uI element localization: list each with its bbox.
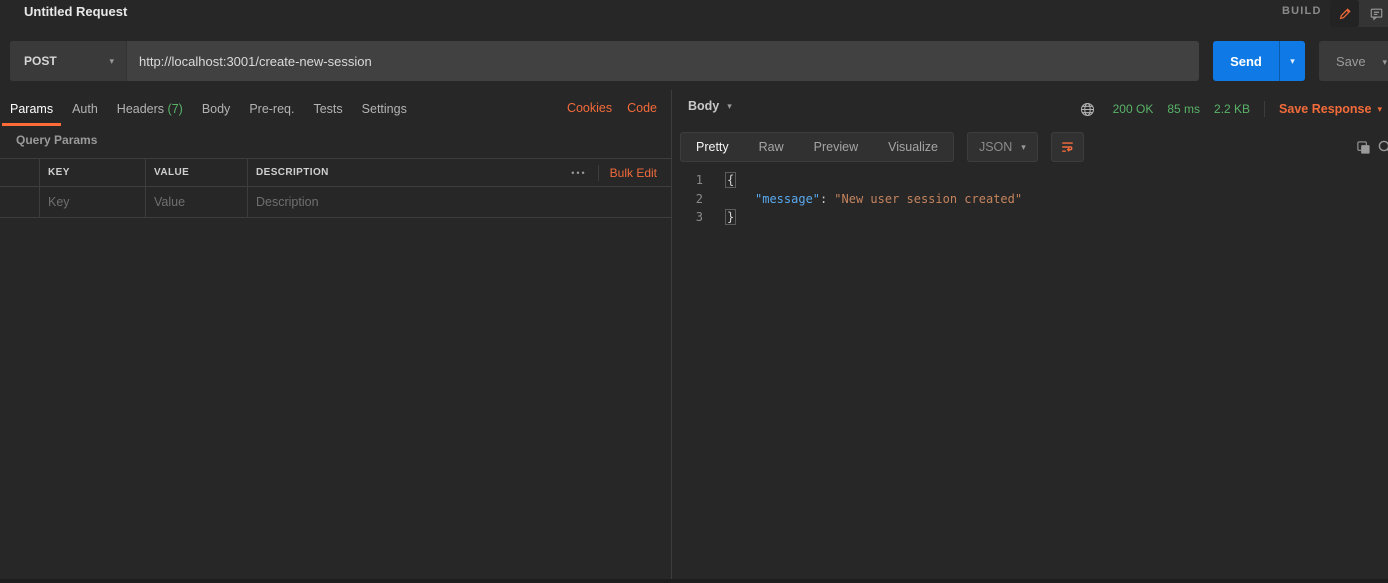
- tab-prereq[interactable]: Pre-req.: [249, 98, 294, 124]
- header-divider: [598, 165, 599, 181]
- wrap-lines-icon: [1060, 140, 1075, 154]
- line-number: 2: [672, 190, 716, 209]
- save-options-button[interactable]: ▾: [1382, 52, 1388, 70]
- save-button[interactable]: Save ▾: [1319, 41, 1388, 81]
- row-select-cell: [0, 187, 40, 217]
- request-links: Cookies Code: [567, 101, 657, 115]
- chevron-down-icon: ▾: [1021, 143, 1026, 152]
- chevron-down-icon: ▾: [1377, 105, 1382, 114]
- comment-icon: [1369, 7, 1384, 21]
- status-badge[interactable]: 200 OK: [1113, 102, 1154, 116]
- copy-icon[interactable]: [1352, 136, 1374, 158]
- response-size[interactable]: 2.2 KB: [1214, 102, 1250, 116]
- tab-params[interactable]: Params: [10, 98, 53, 124]
- code-line-3: 3 }: [672, 208, 1388, 227]
- query-params-table: KEY VALUE DESCRIPTION ••• Bulk Edit: [0, 158, 671, 218]
- description-input[interactable]: [256, 195, 671, 209]
- cookies-link[interactable]: Cookies: [567, 101, 612, 115]
- response-time[interactable]: 85 ms: [1167, 102, 1200, 116]
- comment-mode-button[interactable]: [1359, 0, 1388, 27]
- tab-pretty[interactable]: Pretty: [681, 133, 744, 161]
- request-url-bar: POST ▾ http://localhost:3001/create-new-…: [10, 41, 1199, 81]
- line-number: 1: [672, 171, 716, 190]
- query-params-title: Query Params: [16, 133, 97, 147]
- save-response-button[interactable]: Save Response ▾: [1279, 102, 1382, 116]
- code-line-2: 2 "message": "New user session created": [672, 190, 1388, 209]
- response-body-dropdown[interactable]: Body ▾: [688, 99, 732, 113]
- more-options-icon[interactable]: •••: [571, 168, 586, 178]
- open-brace: {: [725, 172, 736, 188]
- response-body-code[interactable]: 1 { 2 "message": "New user session create…: [672, 171, 1388, 227]
- json-separator: :: [820, 192, 827, 206]
- column-header-description: DESCRIPTION: [256, 167, 329, 178]
- send-button-label: Send: [1213, 41, 1279, 81]
- column-header-value: VALUE: [154, 167, 189, 178]
- meta-divider: [1264, 101, 1265, 117]
- header-mode-toggle: [1330, 0, 1388, 27]
- edit-mode-button[interactable]: [1330, 0, 1359, 27]
- line-number: 3: [672, 208, 716, 227]
- tab-tests[interactable]: Tests: [313, 98, 342, 124]
- method-dropdown[interactable]: POST ▾: [10, 41, 127, 81]
- bottom-edge-strip: [0, 579, 1388, 583]
- save-button-label: Save: [1319, 54, 1366, 69]
- bulk-edit-link[interactable]: Bulk Edit: [610, 166, 657, 180]
- response-meta: 200 OK 85 ms 2.2 KB Save Response ▾: [1077, 98, 1382, 120]
- request-tabs: Params Auth Headers (7) Body Pre-req. Te…: [10, 98, 426, 124]
- save-response-label: Save Response: [1279, 102, 1371, 116]
- format-dropdown-label: JSON: [979, 140, 1012, 154]
- response-toolbar: Pretty Raw Preview Visualize JSON ▾: [672, 132, 1388, 162]
- json-key: "message": [755, 192, 820, 206]
- table-header-row: KEY VALUE DESCRIPTION ••• Bulk Edit: [0, 158, 671, 187]
- app-window: Untitled Request BUILD POST ▾: [0, 0, 1388, 583]
- tab-preview[interactable]: Preview: [799, 133, 873, 161]
- send-button[interactable]: Send ▾: [1213, 41, 1305, 81]
- key-input[interactable]: [48, 195, 145, 209]
- globe-icon[interactable]: [1077, 98, 1099, 120]
- headers-count-badge: (7): [168, 102, 183, 116]
- response-view-tabs: Pretty Raw Preview Visualize: [680, 132, 954, 162]
- code-line-1: 1 {: [672, 171, 1388, 190]
- build-mode-label: BUILD: [1282, 5, 1322, 17]
- pencil-icon: [1338, 7, 1352, 21]
- select-column-header: [0, 159, 40, 186]
- method-label: POST: [24, 54, 57, 68]
- value-input[interactable]: [154, 195, 247, 209]
- response-panel: Body ▾ 200 OK 85 ms 2.2 KB Save Response: [672, 90, 1388, 579]
- column-header-key: KEY: [48, 167, 70, 178]
- table-row: [0, 187, 671, 218]
- tab-auth[interactable]: Auth: [72, 98, 98, 124]
- wrap-lines-button[interactable]: [1051, 132, 1084, 162]
- tab-visualize[interactable]: Visualize: [873, 133, 953, 161]
- url-input[interactable]: http://localhost:3001/create-new-session: [127, 41, 1199, 81]
- format-dropdown[interactable]: JSON ▾: [967, 132, 1038, 162]
- tab-settings[interactable]: Settings: [362, 98, 407, 124]
- request-title: Untitled Request: [24, 4, 127, 19]
- response-body-label: Body: [688, 99, 719, 113]
- request-panel: Params Auth Headers (7) Body Pre-req. Te…: [0, 90, 671, 579]
- chevron-down-icon: ▾: [1382, 57, 1387, 67]
- json-string-value: "New user session created": [834, 192, 1022, 206]
- tab-body[interactable]: Body: [202, 98, 231, 124]
- response-header: Body ▾ 200 OK 85 ms 2.2 KB Save Response: [672, 90, 1388, 124]
- send-options-button[interactable]: ▾: [1280, 41, 1305, 81]
- close-brace: }: [725, 209, 736, 225]
- tab-headers-label: Headers: [117, 102, 164, 116]
- tab-raw[interactable]: Raw: [744, 133, 799, 161]
- tab-headers[interactable]: Headers (7): [117, 98, 183, 124]
- code-link[interactable]: Code: [627, 101, 657, 115]
- chevron-down-icon: ▾: [109, 57, 114, 66]
- chevron-down-icon: ▾: [727, 102, 732, 111]
- search-icon[interactable]: [1374, 136, 1388, 158]
- chevron-down-icon: ▾: [1290, 57, 1295, 66]
